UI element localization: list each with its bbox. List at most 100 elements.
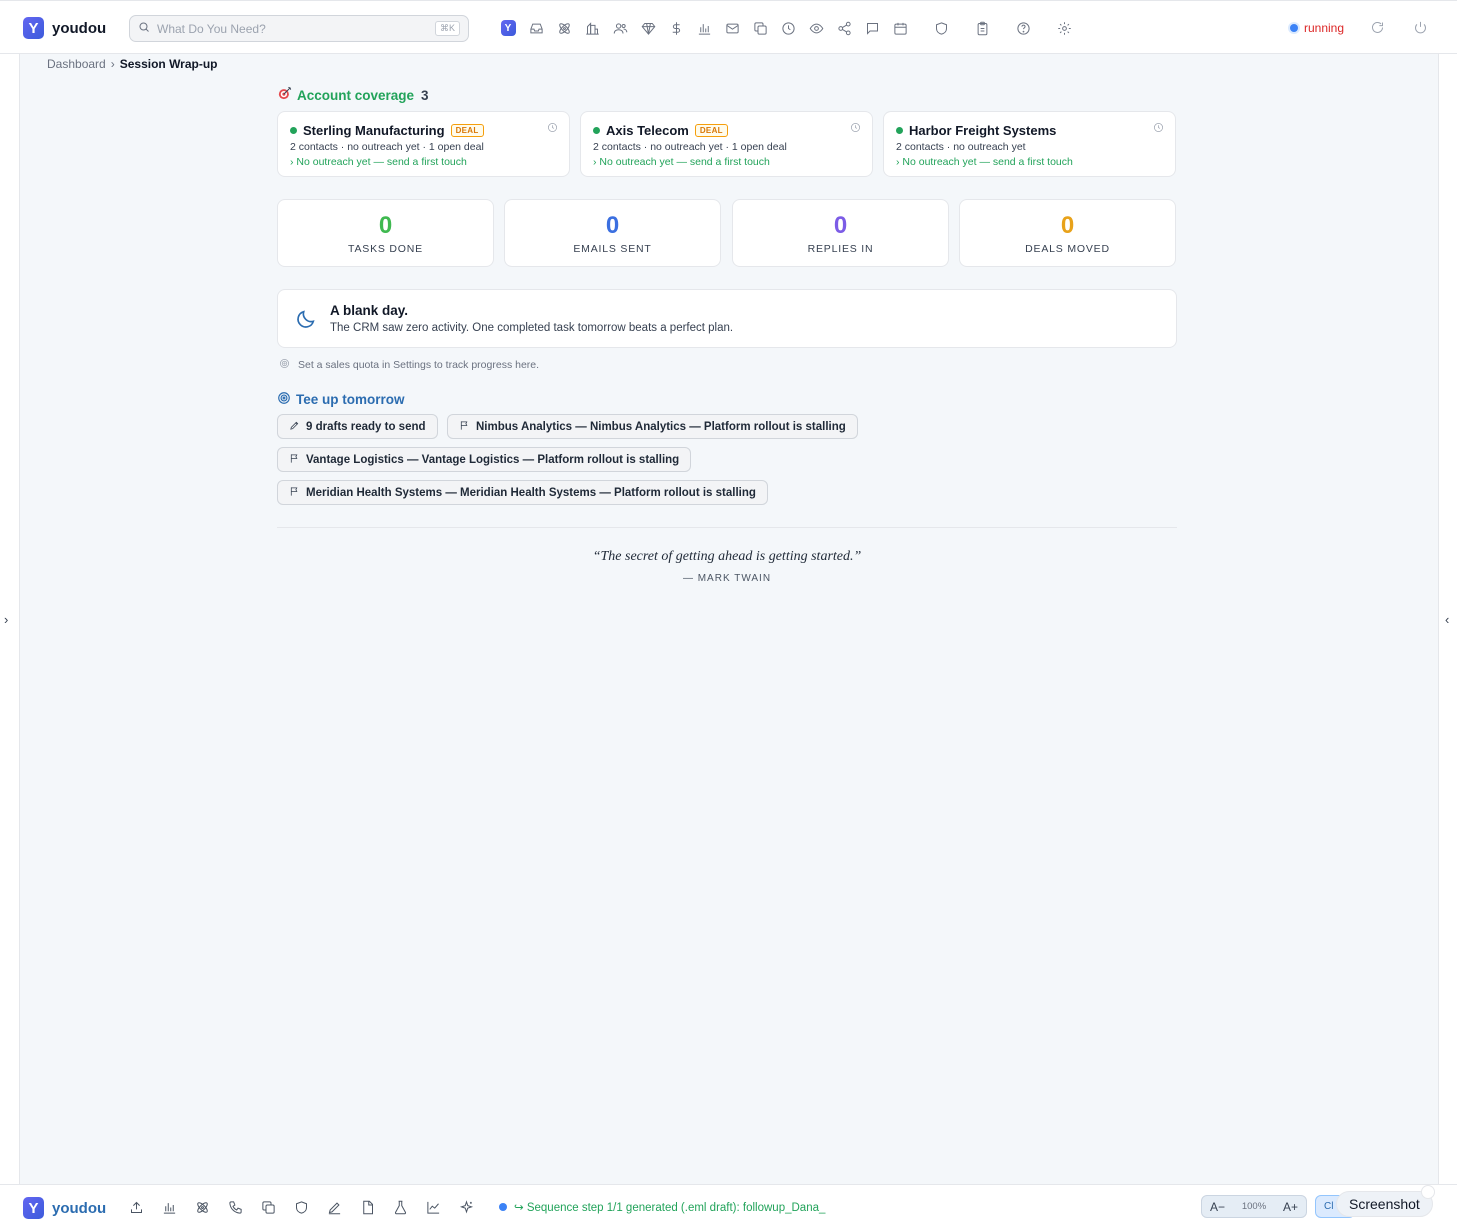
chip-label: 9 drafts ready to send: [306, 420, 426, 433]
sparkle-icon[interactable]: [456, 1197, 476, 1217]
shield-icon[interactable]: [291, 1197, 311, 1217]
clock-icon[interactable]: [850, 120, 861, 138]
zoom-in-button[interactable]: A+: [1283, 1200, 1298, 1214]
deal-badge: DEAL: [450, 124, 484, 137]
tee-up-chip[interactable]: Meridian Health Systems — Meridian Healt…: [277, 480, 768, 505]
stat-value: 0: [378, 212, 393, 239]
youdou-logo: Y: [23, 17, 44, 39]
account-hint[interactable]: › No outreach yet — send a first touch: [593, 156, 860, 168]
top-bar: Y youdou ⌘K Y running: [0, 0, 1457, 54]
chip-label: Vantage Logistics — Vantage Logistics — …: [306, 453, 680, 466]
bar-chart-icon[interactable]: [159, 1197, 179, 1217]
mail-icon[interactable]: [722, 18, 742, 38]
gear-icon[interactable]: [1054, 18, 1074, 38]
main-content: [19, 54, 1439, 1184]
search-box[interactable]: ⌘K: [129, 15, 469, 42]
clock-icon[interactable]: [778, 18, 798, 38]
bottom-brand[interactable]: Y youdou: [23, 1197, 106, 1219]
calendar-icon[interactable]: [890, 18, 910, 38]
clipboard-icon[interactable]: [972, 18, 992, 38]
account-hint[interactable]: › No outreach yet — send a first touch: [290, 156, 557, 168]
help-icon[interactable]: [1013, 18, 1033, 38]
clock-icon[interactable]: [547, 120, 558, 138]
copy-icon[interactable]: [750, 18, 770, 38]
stat-label: EMAILS SENT: [573, 243, 652, 255]
youdou-logo: Y: [23, 1197, 44, 1219]
stat-label: TASKS DONE: [348, 243, 423, 255]
breadcrumb-dashboard[interactable]: Dashboard: [47, 57, 106, 71]
shield-icon[interactable]: [931, 18, 951, 38]
account-name: Sterling Manufacturing: [303, 123, 445, 138]
line-chart-icon[interactable]: [423, 1197, 443, 1217]
quote-author: — MARK TWAIN: [682, 573, 772, 584]
stat-deals-moved: 0 DEALS MOVED: [959, 199, 1176, 267]
bottom-nav: [126, 1197, 489, 1217]
coverage-title-text: Account coverage: [297, 87, 415, 103]
status-dot: [1290, 24, 1298, 32]
stat-tasks-done: 0 TASKS DONE: [277, 199, 494, 267]
brand-name: youdou: [52, 1199, 107, 1217]
tee-up-chip[interactable]: Nimbus Analytics — Nimbus Analytics — Pl…: [447, 414, 858, 439]
zoom-out-button[interactable]: A−: [1210, 1200, 1225, 1214]
blank-day-card: A blank day. The CRM saw zero activity. …: [277, 289, 1177, 348]
copy-icon[interactable]: [258, 1197, 278, 1217]
phone-icon[interactable]: [225, 1197, 245, 1217]
zoom-value: 100%: [1241, 1201, 1267, 1212]
status-indicator: running: [1290, 21, 1344, 35]
flag-icon: [289, 486, 300, 500]
power-icon[interactable]: [1413, 20, 1428, 40]
search-input[interactable]: [157, 21, 417, 36]
screenshot-close-handle[interactable]: [1421, 1185, 1435, 1199]
tee-up-title: Tee up tomorrow: [277, 391, 405, 408]
pencil-icon: [289, 420, 300, 434]
screenshot-button[interactable]: Screenshot: [1336, 1191, 1433, 1217]
refresh-icon[interactable]: [1370, 20, 1385, 40]
right-panel-toggle[interactable]: ‹: [1445, 612, 1449, 627]
flask-icon[interactable]: [390, 1197, 410, 1217]
quote-text: “The secret of getting ahead is getting …: [592, 549, 862, 564]
brand[interactable]: Y youdou: [23, 17, 106, 39]
clock-icon[interactable]: [1153, 120, 1164, 138]
target-icon: [277, 391, 291, 408]
bottom-bar: Y youdou ↪ Sequence step 1/1 generated (…: [0, 1184, 1457, 1223]
target-icon: [279, 358, 290, 372]
account-hint[interactable]: › No outreach yet — send a first touch: [896, 156, 1163, 168]
tee-up-chip[interactable]: 9 drafts ready to send: [277, 414, 438, 439]
left-panel-toggle[interactable]: ›: [4, 612, 8, 627]
stat-value: 0: [605, 212, 620, 239]
blank-day-text: The CRM saw zero activity. One completed…: [330, 322, 734, 334]
account-name: Axis Telecom: [606, 123, 689, 138]
gem-icon[interactable]: [638, 18, 658, 38]
account-card[interactable]: Harbor Freight Systems 2 contacts · no o…: [883, 111, 1176, 177]
atom-icon[interactable]: [192, 1197, 212, 1217]
divider: [277, 527, 1177, 528]
flag-icon: [459, 420, 470, 434]
pen-icon[interactable]: [324, 1197, 344, 1217]
dollar-icon[interactable]: [666, 18, 686, 38]
status-dot: [896, 127, 903, 134]
atom-icon[interactable]: [554, 18, 574, 38]
account-coverage-title: Account coverage 3: [277, 86, 429, 104]
share-icon[interactable]: [834, 18, 854, 38]
account-meta: 2 contacts · no outreach yet: [896, 141, 1026, 153]
account-card[interactable]: Axis Telecom DEAL 2 contacts · no outrea…: [580, 111, 873, 177]
building-icon[interactable]: [582, 18, 602, 38]
eye-icon[interactable]: [806, 18, 826, 38]
users-icon[interactable]: [610, 18, 630, 38]
inbox-icon[interactable]: [526, 18, 546, 38]
sequence-status: ↪ Sequence step 1/1 generated (.eml draf…: [499, 1200, 825, 1214]
upload-icon[interactable]: [126, 1197, 146, 1217]
tee-up-chip[interactable]: Vantage Logistics — Vantage Logistics — …: [277, 447, 692, 472]
account-name: Harbor Freight Systems: [909, 123, 1057, 138]
status-dot: [290, 127, 297, 134]
message-icon[interactable]: [862, 18, 882, 38]
stat-label: DEALS MOVED: [1025, 243, 1110, 255]
stat-emails-sent: 0 EMAILS SENT: [504, 199, 721, 267]
quota-note-text[interactable]: Set a sales quota in Settings to track p…: [298, 359, 539, 371]
file-icon[interactable]: [357, 1197, 377, 1217]
bar-chart-icon[interactable]: [694, 18, 714, 38]
quota-note: Set a sales quota in Settings to track p…: [279, 358, 539, 372]
youdou-icon[interactable]: Y: [498, 18, 518, 38]
account-meta: 2 contacts · no outreach yet · 1 open de…: [290, 141, 484, 153]
account-card[interactable]: Sterling Manufacturing DEAL 2 contacts ·…: [277, 111, 570, 177]
